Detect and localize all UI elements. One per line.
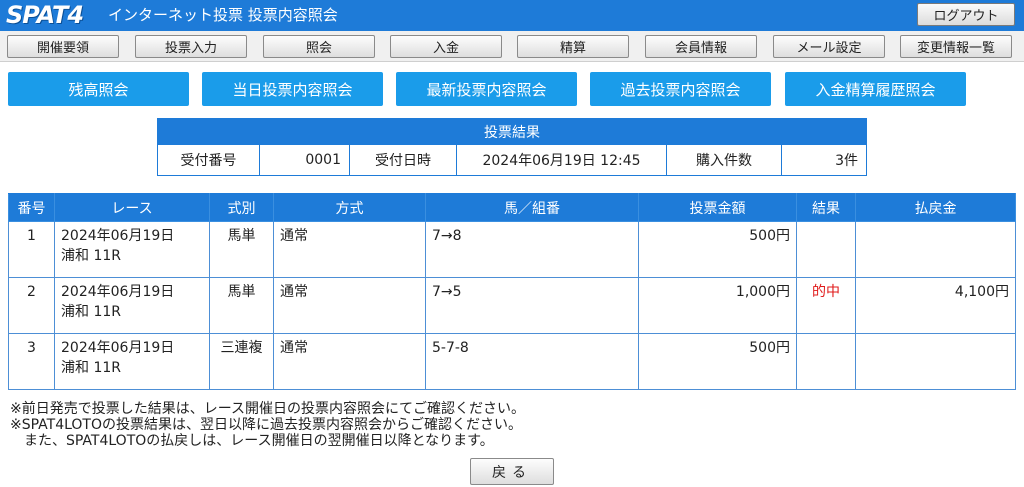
past-vote-inquiry-button[interactable]: 過去投票内容照会 — [590, 72, 771, 106]
header-no: 番号 — [8, 193, 55, 222]
header-bet-type: 式別 — [209, 193, 274, 222]
today-vote-inquiry-button[interactable]: 当日投票内容照会 — [202, 72, 383, 106]
logout-button[interactable]: ログアウト — [917, 3, 1015, 26]
latest-vote-inquiry-button[interactable]: 最新投票内容照会 — [396, 72, 577, 106]
row-method: 通常 — [273, 277, 426, 334]
table-row: 1 2024年06月19日 浦和 11R 馬単 通常 7→8 500円 — [8, 221, 1016, 278]
row-bet-type: 馬単 — [209, 277, 274, 334]
header-combination: 馬／組番 — [425, 193, 639, 222]
row-combination: 7→8 — [425, 221, 639, 278]
table-row: 2 2024年06月19日 浦和 11R 馬単 通常 7→5 1,000円 的中 … — [8, 277, 1016, 334]
receipt-datetime-label: 受付日時 — [349, 144, 457, 176]
race-venue: 浦和 11R — [61, 360, 121, 376]
row-method: 通常 — [273, 221, 426, 278]
row-result: 的中 — [796, 277, 856, 334]
nav-vote-input-button[interactable]: 投票入力 — [135, 35, 247, 58]
vote-summary-table: 投票結果 受付番号 0001 受付日時 2024年06月19日 12:45 購入… — [157, 118, 867, 176]
row-race: 2024年06月19日 浦和 11R — [54, 277, 210, 334]
row-payout — [855, 333, 1016, 390]
row-combination: 7→5 — [425, 277, 639, 334]
row-no: 1 — [8, 221, 55, 278]
note-line-2: ※SPAT4LOTOの投票結果は、翌日以降に過去投票内容照会からご確認ください。 — [10, 417, 523, 433]
nav-change-info-button[interactable]: 変更情報一覧 — [900, 35, 1012, 58]
row-no: 2 — [8, 277, 55, 334]
note-line-1: ※前日発売で投票した結果は、レース開催日の投票内容照会にてご確認ください。 — [10, 401, 526, 417]
header-payout: 払戻金 — [855, 193, 1016, 222]
row-combination: 5-7-8 — [425, 333, 639, 390]
nav-mail-settings-button[interactable]: メール設定 — [773, 35, 885, 58]
main-nav: 開催要領 投票入力 照会 入金 精算 会員情報 メール設定 変更情報一覧 — [0, 31, 1024, 62]
row-race: 2024年06月19日 浦和 11R — [54, 333, 210, 390]
note-line-3: また、SPAT4LOTOの払戻しは、レース開催日の翌開催日以降となります。 — [10, 433, 494, 449]
summary-title: 投票結果 — [157, 118, 867, 145]
back-button[interactable]: 戻る — [470, 458, 554, 485]
row-payout — [855, 221, 1016, 278]
balance-inquiry-button[interactable]: 残高照会 — [8, 72, 189, 106]
row-no: 3 — [8, 333, 55, 390]
nav-deposit-button[interactable]: 入金 — [390, 35, 502, 58]
race-venue: 浦和 11R — [61, 248, 121, 264]
header-method: 方式 — [273, 193, 426, 222]
deposit-history-inquiry-button[interactable]: 入金精算履歴照会 — [785, 72, 966, 106]
receipt-no-label: 受付番号 — [157, 144, 260, 176]
header-bar: SPAT4 インターネット投票 投票内容照会 ログアウト — [0, 0, 1024, 31]
race-venue: 浦和 11R — [61, 304, 121, 320]
row-method: 通常 — [273, 333, 426, 390]
race-date: 2024年06月19日 — [61, 228, 175, 244]
receipt-datetime-value: 2024年06月19日 12:45 — [456, 144, 667, 176]
race-date: 2024年06月19日 — [61, 284, 175, 300]
header-race: レース — [54, 193, 210, 222]
race-date: 2024年06月19日 — [61, 340, 175, 356]
nav-settlement-button[interactable]: 精算 — [517, 35, 629, 58]
row-amount: 500円 — [638, 333, 797, 390]
purchase-count-label: 購入件数 — [666, 144, 782, 176]
row-bet-type: 馬単 — [209, 221, 274, 278]
results-header-row: 番号 レース 式別 方式 馬／組番 投票金額 結果 払戻金 — [8, 193, 1016, 222]
spat4-logo: SPAT4 — [6, 1, 84, 29]
notes: ※前日発売で投票した結果は、レース開催日の投票内容照会にてご確認ください。 ※S… — [10, 401, 525, 449]
table-row: 3 2024年06月19日 浦和 11R 三連複 通常 5-7-8 500円 — [8, 333, 1016, 390]
nav-inquiry-button[interactable]: 照会 — [263, 35, 375, 58]
row-result — [796, 333, 856, 390]
nav-kaisai-button[interactable]: 開催要領 — [7, 35, 119, 58]
row-amount: 1,000円 — [638, 277, 797, 334]
receipt-no-value: 0001 — [259, 144, 350, 176]
nav-member-info-button[interactable]: 会員情報 — [645, 35, 757, 58]
row-result — [796, 221, 856, 278]
row-bet-type: 三連複 — [209, 333, 274, 390]
header-amount: 投票金額 — [638, 193, 797, 222]
row-amount: 500円 — [638, 221, 797, 278]
purchase-count-value: 3件 — [781, 144, 867, 176]
row-payout: 4,100円 — [855, 277, 1016, 334]
header-result: 結果 — [796, 193, 856, 222]
page-title: インターネット投票 投票内容照会 — [108, 6, 338, 24]
row-race: 2024年06月19日 浦和 11R — [54, 221, 210, 278]
vote-results-table: 番号 レース 式別 方式 馬／組番 投票金額 結果 払戻金 1 2024年06月… — [8, 193, 1016, 390]
